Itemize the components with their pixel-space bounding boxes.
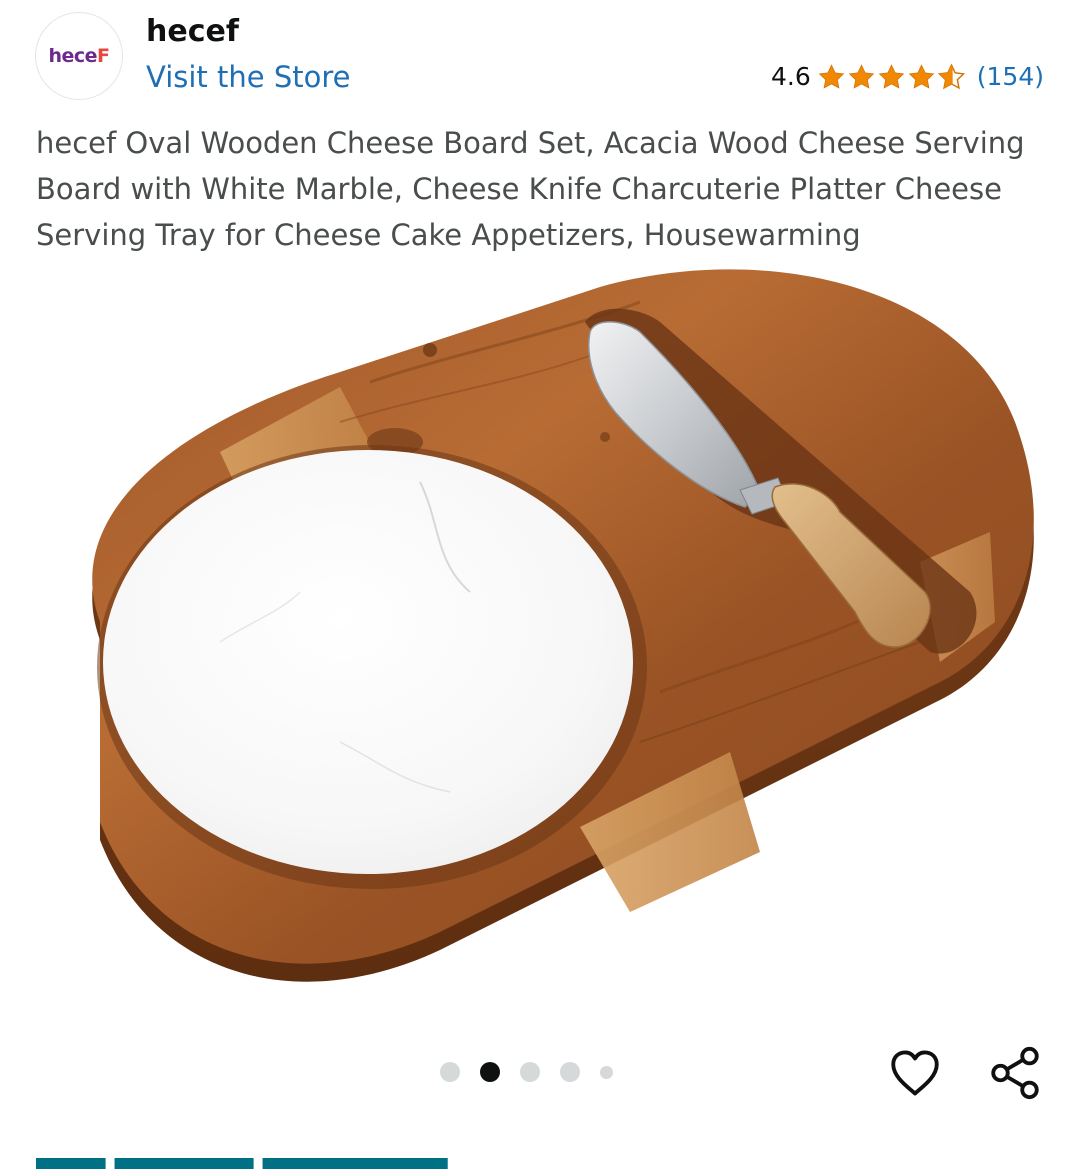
brand-logo[interactable]: heceF (35, 12, 123, 100)
carousel-dot[interactable] (600, 1065, 613, 1079)
carousel-dot[interactable] (440, 1062, 460, 1082)
rating-count-link[interactable]: (154) (977, 62, 1044, 91)
heart-outline-icon[interactable] (886, 1044, 944, 1102)
carousel-dot-active[interactable] (480, 1062, 500, 1082)
visit-store-link[interactable]: Visit the Store (146, 60, 350, 94)
carousel-dot[interactable] (560, 1062, 580, 1082)
star-icon (848, 63, 875, 89)
image-carousel-dots (440, 1062, 633, 1082)
brand-name: hecef (146, 14, 239, 49)
cut-off-link-text: ▇▇▇ ▇▇▇▇▇▇ ▇▇▇▇▇▇▇▇ (36, 1158, 476, 1169)
half-star-icon (937, 62, 965, 89)
cut-off-content: ▇▇▇ ▇▇▇▇▇▇ ▇▇▇▇▇▇▇▇ (36, 1158, 476, 1169)
rating-value: 4.6 (771, 62, 811, 91)
star-icon (878, 63, 905, 89)
product-image[interactable] (40, 262, 1040, 982)
marble-insert (97, 445, 647, 889)
share-icon[interactable] (986, 1044, 1044, 1102)
star-rating (817, 62, 967, 91)
brand-logo-text: heceF (48, 45, 110, 67)
rating-summary[interactable]: 4.6 (154) (771, 62, 1044, 91)
carousel-dot[interactable] (520, 1062, 540, 1082)
star-icon (818, 63, 845, 89)
product-title: hecef Oval Wooden Cheese Board Set, Acac… (36, 126, 1025, 252)
store-header: heceF hecef Visit the Store 4.6 (154) (0, 0, 1080, 112)
star-icon (908, 63, 935, 89)
